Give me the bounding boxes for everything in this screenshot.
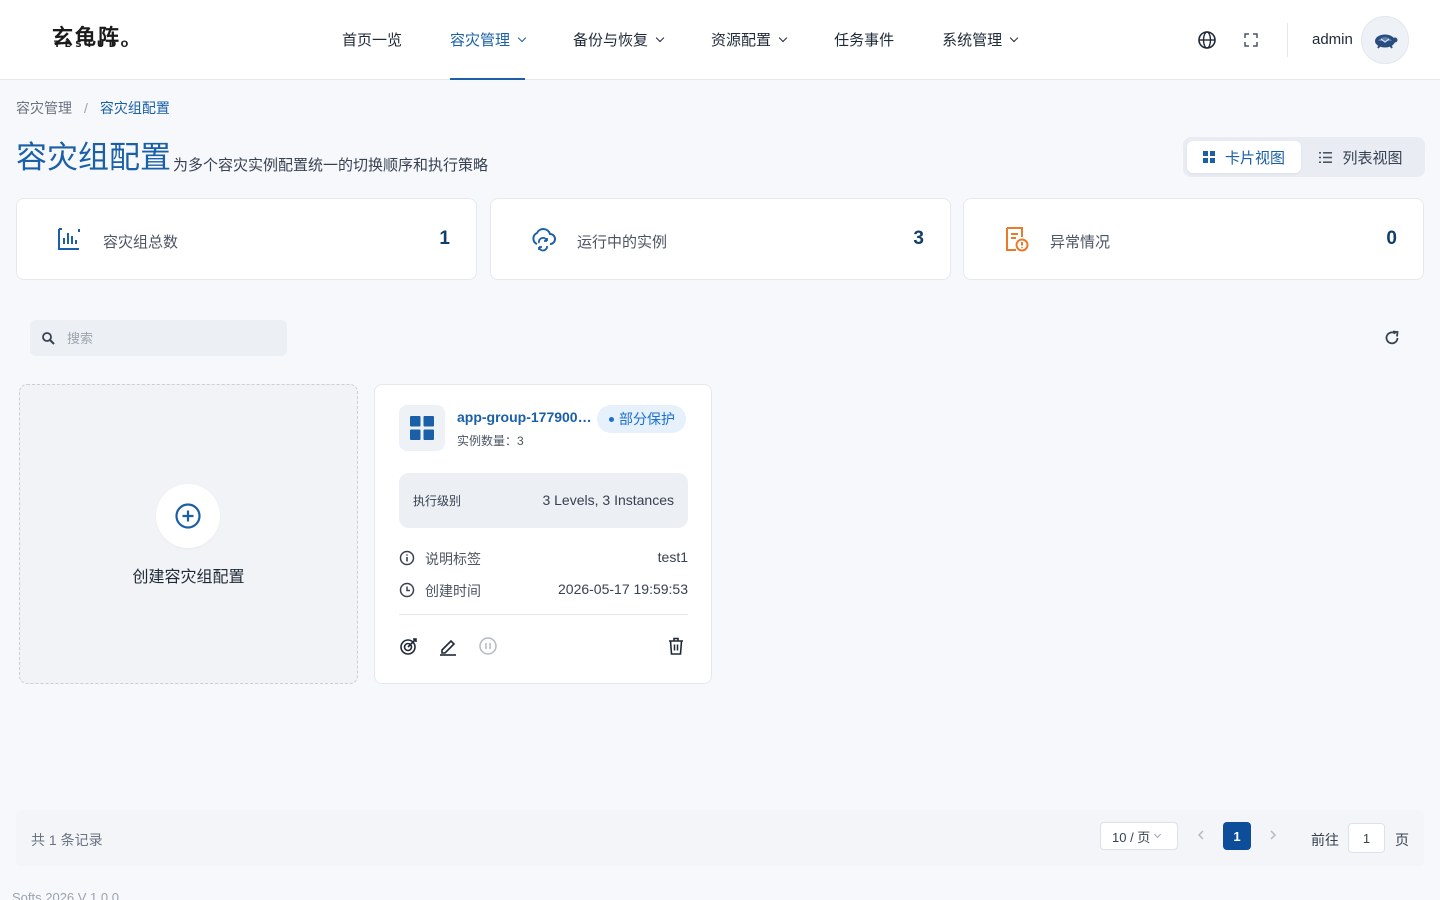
goto-page-input[interactable] xyxy=(1348,823,1385,853)
nav-backup-restore-label: 备份与恢复 xyxy=(573,32,649,49)
nav-home-label: 首页一览 xyxy=(342,32,403,49)
tag-label: 说明标签 xyxy=(425,551,481,567)
stat-value: 0 xyxy=(1386,228,1397,249)
globe-icon[interactable] xyxy=(1197,30,1217,50)
breadcrumb-parent[interactable]: 容灾管理 xyxy=(16,98,72,118)
stat-label: 容灾组总数 xyxy=(103,234,179,251)
page-size-select[interactable]: 10 / 页 xyxy=(1100,822,1178,850)
group-name[interactable]: app-group-1779002393 xyxy=(457,409,592,425)
logo[interactable]: 玄龟阵 TESTUDO xyxy=(52,26,172,54)
app-grid-icon xyxy=(410,416,434,440)
list-view-label: 列表视图 xyxy=(1342,149,1403,167)
goto-label: 前往 xyxy=(1311,832,1339,848)
pause-icon[interactable] xyxy=(478,636,498,656)
stat-label: 运行中的实例 xyxy=(577,234,668,251)
page-title: 容灾组配置 xyxy=(16,140,171,175)
fullscreen-icon[interactable] xyxy=(1241,30,1261,50)
avatar[interactable] xyxy=(1361,16,1409,64)
nav-backup-restore[interactable]: 备份与恢复 xyxy=(549,0,687,79)
status-label: 部分保护 xyxy=(619,411,675,427)
info-icon xyxy=(399,550,415,566)
chevron-down-icon xyxy=(778,33,788,42)
top-header: 玄龟阵 TESTUDO 首页一览 容灾管理 备份与恢复 资源配置 任务事件 系统… xyxy=(0,0,1440,80)
stat-card-total-groups: 容灾组总数 1 xyxy=(16,198,477,280)
tag-value: test1 xyxy=(657,549,688,565)
stat-card-running-instances: 运行中的实例 3 xyxy=(490,198,951,280)
page-subtitle: 为多个容灾实例配置统一的切换顺序和执行策略 xyxy=(173,157,489,174)
add-circle-button[interactable] xyxy=(156,484,220,548)
nav-tasks[interactable]: 任务事件 xyxy=(810,0,918,79)
status-badge: 部分保护 xyxy=(597,405,686,433)
refresh-icon[interactable] xyxy=(1382,328,1402,348)
pagination-bar: 共 1 条记录 10 / 页 1 前往 页 xyxy=(16,810,1424,866)
version-text: Softs 2026 V 1.0.0 xyxy=(12,890,119,900)
breadcrumb: 容灾管理 / 容灾组配置 xyxy=(16,98,170,118)
clock-icon xyxy=(399,582,415,598)
search-icon xyxy=(42,331,55,345)
card-view-label: 卡片视图 xyxy=(1224,149,1285,167)
created-value: 2026-05-17 19:59:53 xyxy=(558,581,688,597)
execution-level-box: 执行级别 3 Levels, 3 Instances xyxy=(399,473,688,528)
total-records: 共 1 条记录 xyxy=(31,832,103,848)
breadcrumb-separator: / xyxy=(84,100,88,116)
header-divider xyxy=(1287,23,1288,57)
chevron-down-icon xyxy=(1154,830,1162,839)
search-box xyxy=(30,320,287,356)
goto-unit: 页 xyxy=(1395,832,1409,848)
delete-icon[interactable] xyxy=(666,636,686,656)
logo-text-en: TESTUDO xyxy=(54,40,133,50)
create-group-card[interactable]: 创建容灾组配置 xyxy=(19,384,358,684)
execution-level-value: 3 Levels, 3 Instances xyxy=(542,492,674,508)
chevron-down-icon xyxy=(655,33,665,42)
search-input[interactable] xyxy=(67,330,267,346)
username[interactable]: admin xyxy=(1312,31,1353,48)
stat-value: 3 xyxy=(913,228,924,249)
page-number-current[interactable]: 1 xyxy=(1223,822,1251,850)
tag-row: 说明标签 test1 xyxy=(399,548,688,568)
grid-icon xyxy=(1202,151,1215,163)
edit-icon[interactable] xyxy=(438,636,458,656)
stat-value: 1 xyxy=(439,228,450,249)
stat-label: 异常情况 xyxy=(1050,234,1111,251)
list-view-button[interactable]: 列表视图 xyxy=(1301,141,1421,173)
alert-report-icon xyxy=(1006,227,1029,252)
chart-icon xyxy=(58,228,80,250)
instance-count: 实例数量：3 xyxy=(457,434,524,448)
list-icon xyxy=(1319,151,1333,163)
nav-tasks-label: 任务事件 xyxy=(834,32,895,49)
prev-page-icon[interactable] xyxy=(1196,828,1206,842)
main-nav: 首页一览 容灾管理 备份与恢复 资源配置 任务事件 系统管理 xyxy=(318,0,1041,80)
plus-circle-icon xyxy=(175,503,201,529)
nav-disaster-recovery[interactable]: 容灾管理 xyxy=(426,0,549,80)
created-row: 创建时间 2026-05-17 19:59:53 xyxy=(399,580,688,600)
next-page-icon[interactable] xyxy=(1268,828,1278,842)
view-toggle: 卡片视图 列表视图 xyxy=(1183,137,1425,177)
nav-system[interactable]: 系统管理 xyxy=(918,0,1041,79)
stat-card-exceptions: 异常情况 0 xyxy=(963,198,1424,280)
nav-system-label: 系统管理 xyxy=(942,32,1003,49)
nav-home[interactable]: 首页一览 xyxy=(318,0,426,79)
page-size-value: 10 / 页 xyxy=(1112,829,1151,845)
card-divider xyxy=(399,614,688,615)
breadcrumb-current: 容灾组配置 xyxy=(99,100,170,116)
chevron-down-icon xyxy=(1009,33,1019,42)
target-icon[interactable] xyxy=(399,636,419,656)
card-view-button[interactable]: 卡片视图 xyxy=(1187,141,1301,173)
status-dot xyxy=(609,416,614,422)
group-icon-box xyxy=(399,405,445,451)
execution-level-label: 执行级别 xyxy=(413,494,462,508)
nav-resources-label: 资源配置 xyxy=(711,32,772,49)
created-label: 创建时间 xyxy=(425,583,481,599)
create-group-label: 创建容灾组配置 xyxy=(132,569,245,586)
nav-disaster-recovery-label: 容灾管理 xyxy=(450,32,511,49)
nav-resources[interactable]: 资源配置 xyxy=(687,0,810,79)
chevron-down-icon xyxy=(517,33,527,42)
group-card: app-group-1779002393 实例数量：3 部分保护 执行级别 3 … xyxy=(374,384,712,684)
cloud-sync-icon xyxy=(532,228,556,252)
turtle-avatar-icon xyxy=(1375,34,1398,49)
